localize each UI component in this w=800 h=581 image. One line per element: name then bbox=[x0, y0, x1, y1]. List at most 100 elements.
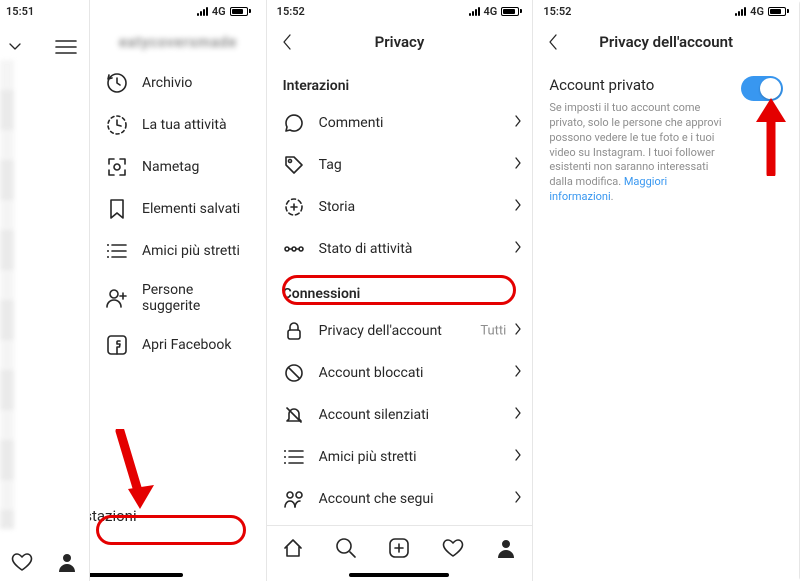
bell-off-icon bbox=[283, 404, 305, 426]
search-icon[interactable] bbox=[335, 537, 357, 559]
panel-account-privacy: 15:52 4G Privacy dell'account Account pr… bbox=[533, 0, 800, 581]
chevron-down-icon[interactable] bbox=[8, 36, 22, 55]
menu-label: Archivio bbox=[142, 75, 192, 91]
profile-feed-blur bbox=[0, 60, 14, 529]
status-time: 15:52 bbox=[543, 5, 571, 18]
row-comments[interactable]: Commenti bbox=[267, 102, 533, 144]
status-time: 15:51 bbox=[6, 5, 34, 18]
signal-icon bbox=[469, 6, 480, 16]
row-label: Stato di attività bbox=[319, 241, 413, 257]
facebook-icon bbox=[106, 334, 128, 356]
comment-icon bbox=[283, 112, 305, 134]
menu-item-facebook[interactable]: Apri Facebook bbox=[90, 324, 266, 366]
new-post-icon[interactable] bbox=[388, 537, 410, 559]
row-label: Tag bbox=[319, 157, 342, 173]
connections-list: Privacy dell'account Tutti Account blocc… bbox=[267, 310, 533, 520]
row-close-friends[interactable]: Amici più stretti bbox=[267, 436, 533, 478]
lock-icon bbox=[283, 320, 305, 342]
private-account-description: Se imposti il tuo account come privato, … bbox=[549, 101, 783, 205]
chevron-right-icon bbox=[514, 114, 522, 132]
add-person-icon bbox=[106, 287, 128, 309]
panel-privacy: 15:52 4G Privacy Interazioni Commenti Ta… bbox=[267, 0, 534, 581]
menu-label: Persone suggerite bbox=[142, 282, 250, 314]
username-label: eatycoversmade bbox=[119, 33, 237, 51]
battery-icon bbox=[768, 7, 789, 16]
chevron-right-icon bbox=[514, 240, 522, 258]
hamburger-menu-button[interactable] bbox=[53, 34, 79, 60]
status-bar: 15:51 bbox=[0, 0, 89, 22]
home-icon[interactable] bbox=[282, 537, 304, 559]
following-icon bbox=[283, 488, 305, 510]
chevron-right-icon bbox=[514, 198, 522, 216]
profile-icon[interactable] bbox=[495, 537, 517, 559]
signal-icon bbox=[735, 6, 746, 16]
row-following[interactable]: Account che segui bbox=[267, 478, 533, 520]
menu-item-saved[interactable]: Elementi salvati bbox=[90, 188, 266, 230]
row-label: Commenti bbox=[319, 115, 384, 131]
chevron-right-icon bbox=[514, 156, 522, 174]
activity-status-icon bbox=[283, 238, 305, 260]
menu-label: Amici più stretti bbox=[142, 243, 240, 259]
bookmark-icon bbox=[106, 198, 128, 220]
row-blocked[interactable]: Account bloccati bbox=[267, 352, 533, 394]
back-button[interactable] bbox=[277, 32, 297, 52]
status-time: 15:52 bbox=[277, 5, 305, 18]
home-indicator bbox=[83, 573, 183, 577]
row-tag[interactable]: Tag bbox=[267, 144, 533, 186]
row-muted[interactable]: Account silenziati bbox=[267, 394, 533, 436]
row-account-privacy[interactable]: Privacy dell'account Tutti bbox=[267, 310, 533, 352]
story-icon bbox=[283, 196, 305, 218]
row-activity-status[interactable]: Stato di attività bbox=[267, 228, 533, 270]
menu-label: Apri Facebook bbox=[142, 337, 231, 353]
row-label: Privacy dell'account bbox=[319, 323, 442, 339]
nametag-icon bbox=[106, 156, 128, 178]
row-label: Amici più stretti bbox=[319, 449, 417, 465]
menu-item-nametag[interactable]: Nametag bbox=[90, 146, 266, 188]
row-label: Account bloccati bbox=[319, 365, 424, 381]
battery-icon bbox=[230, 7, 251, 16]
status-right: 4G bbox=[735, 5, 789, 18]
status-right: 4G bbox=[187, 0, 261, 22]
page-title: Privacy dell'account bbox=[599, 33, 733, 51]
blocked-icon bbox=[283, 362, 305, 384]
list-icon bbox=[283, 446, 305, 468]
menu-item-close-friends[interactable]: Amici più stretti bbox=[90, 230, 266, 272]
status-right: 4G bbox=[469, 5, 523, 18]
clock-icon bbox=[106, 72, 128, 94]
row-label: Account silenziati bbox=[319, 407, 429, 423]
menu-item-archive[interactable]: Archivio bbox=[90, 62, 266, 104]
heart-icon[interactable] bbox=[11, 551, 33, 573]
section-interactions: Interazioni bbox=[267, 62, 533, 102]
activity-icon bbox=[106, 114, 128, 136]
row-label: Account che segui bbox=[319, 491, 434, 507]
interactions-list: Commenti Tag Storia Stato di attività bbox=[267, 102, 533, 270]
menu-label: La tua attività bbox=[142, 117, 227, 133]
privacy-header: Privacy bbox=[267, 22, 533, 62]
chevron-right-icon bbox=[514, 490, 522, 508]
home-indicator bbox=[349, 573, 449, 577]
page-title: Privacy bbox=[375, 33, 425, 51]
back-button[interactable] bbox=[543, 32, 563, 52]
status-bar: 15:52 4G bbox=[533, 0, 799, 22]
panel-profile-menu: 15:51 eatycoversmade bbox=[0, 0, 267, 581]
status-bar: 15:52 4G bbox=[267, 0, 533, 22]
network-label: 4G bbox=[750, 5, 764, 18]
profile-icon[interactable] bbox=[56, 551, 78, 573]
private-account-heading: Account privato bbox=[549, 76, 741, 94]
private-account-toggle[interactable] bbox=[741, 76, 783, 101]
network-label: 4G bbox=[484, 5, 498, 18]
chevron-right-icon bbox=[514, 322, 522, 340]
row-meta: Tutti bbox=[480, 324, 506, 339]
menu-item-activity[interactable]: La tua attività bbox=[90, 104, 266, 146]
tag-icon bbox=[283, 154, 305, 176]
signal-icon bbox=[197, 6, 208, 16]
row-story[interactable]: Storia bbox=[267, 186, 533, 228]
menu-label: Elementi salvati bbox=[142, 201, 240, 217]
menu-item-suggested[interactable]: Persone suggerite bbox=[90, 272, 266, 324]
menu-label: Nametag bbox=[142, 159, 199, 175]
network-label: 4G bbox=[212, 5, 226, 18]
heart-icon[interactable] bbox=[442, 537, 464, 559]
chevron-right-icon bbox=[514, 448, 522, 466]
profile-gutter: 15:51 bbox=[0, 0, 90, 581]
section-connections: Connessioni bbox=[267, 270, 533, 310]
